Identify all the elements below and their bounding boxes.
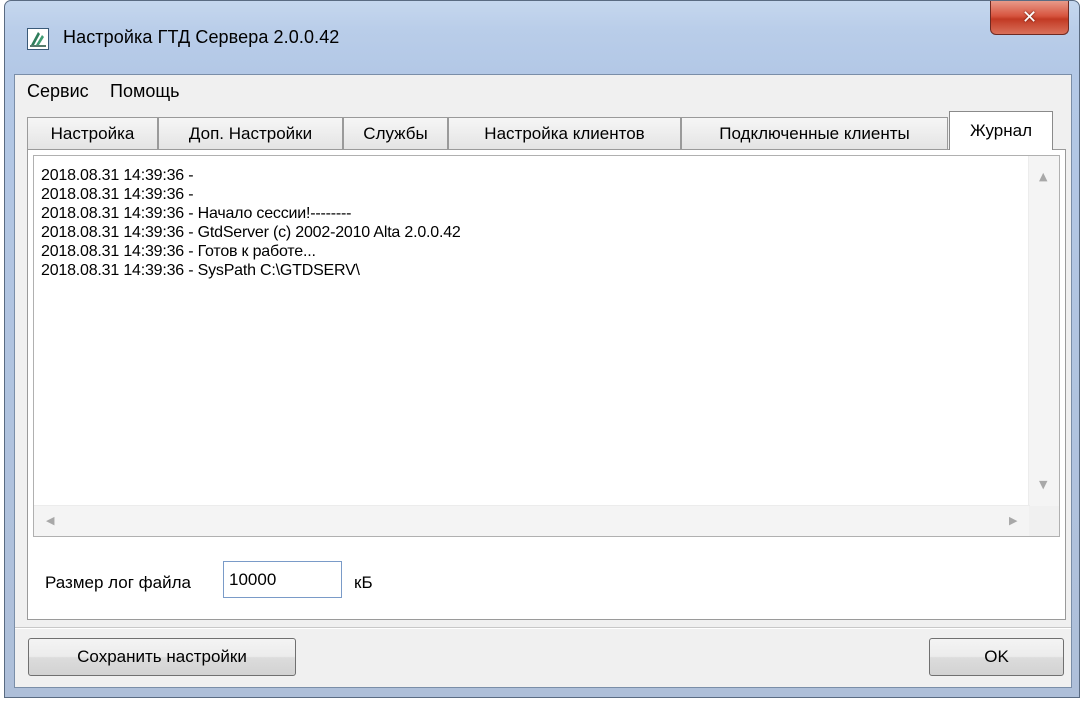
log-size-unit: кБ [354, 573, 373, 592]
tab-connected-clients[interactable]: Подключенные клиенты [681, 117, 948, 149]
tab-strip: Настройка Доп. Настройки Службы Настройк… [27, 109, 1067, 150]
log-line: 2018.08.31 14:39:36 - [41, 186, 194, 203]
scroll-right-icon[interactable]: ▶ [1009, 514, 1017, 527]
save-settings-button[interactable]: Сохранить настройки [28, 638, 296, 676]
horizontal-scrollbar[interactable]: ◀ ▶ [34, 505, 1030, 536]
log-lines: 2018.08.31 14:39:36 - 2018.08.31 14:39:3… [41, 166, 1021, 280]
window-title: Настройка ГТД Сервера 2.0.0.42 [63, 27, 340, 47]
tab-client-settings[interactable]: Настройка клиентов [448, 117, 681, 149]
log-size-label: Размер лог файла [45, 573, 191, 592]
separator [15, 627, 1071, 629]
vertical-scrollbar[interactable]: ▲ ▼ [1028, 156, 1059, 506]
log-size-row: Размер лог файла кБ [28, 545, 1065, 605]
scroll-left-icon[interactable]: ◀ [46, 514, 54, 527]
log-line: 2018.08.31 14:39:36 - GtdServer (c) 2002… [41, 224, 461, 241]
client-area: Сервис Помощь Настройка Доп. Настройки С… [14, 74, 1072, 688]
menu-bar: Сервис Помощь [15, 75, 1071, 107]
app-icon [27, 28, 49, 50]
menu-help[interactable]: Помощь [110, 81, 180, 102]
close-icon: ✕ [1021, 7, 1038, 28]
close-button[interactable]: ✕ [990, 1, 1069, 35]
log-size-input[interactable] [223, 561, 342, 598]
log-tab-panel: 2018.08.31 14:39:36 - 2018.08.31 14:39:3… [27, 149, 1066, 620]
ok-button[interactable]: OK [929, 638, 1064, 676]
log-line: 2018.08.31 14:39:36 - Начало сессии!----… [41, 205, 352, 222]
tab-extra-settings[interactable]: Доп. Настройки [158, 117, 343, 149]
log-textarea[interactable]: 2018.08.31 14:39:36 - 2018.08.31 14:39:3… [33, 155, 1060, 537]
scroll-down-icon[interactable]: ▼ [1039, 478, 1047, 491]
tab-services[interactable]: Службы [343, 117, 448, 149]
menu-service[interactable]: Сервис [27, 81, 89, 102]
log-line: 2018.08.31 14:39:36 - Готов к работе... [41, 243, 316, 260]
dialog-window: Настройка ГТД Сервера 2.0.0.42 ✕ Сервис … [4, 0, 1080, 698]
log-line: 2018.08.31 14:39:36 - [41, 167, 194, 184]
scrollbar-corner [1029, 506, 1059, 536]
log-line: 2018.08.31 14:39:36 - SysPath C:\GTDSERV… [41, 262, 360, 279]
tab-settings[interactable]: Настройка [27, 117, 158, 149]
title-bar[interactable]: Настройка ГТД Сервера 2.0.0.42 ✕ [5, 1, 1079, 81]
scroll-up-icon[interactable]: ▲ [1039, 170, 1047, 183]
tab-log[interactable]: Журнал [949, 111, 1053, 150]
